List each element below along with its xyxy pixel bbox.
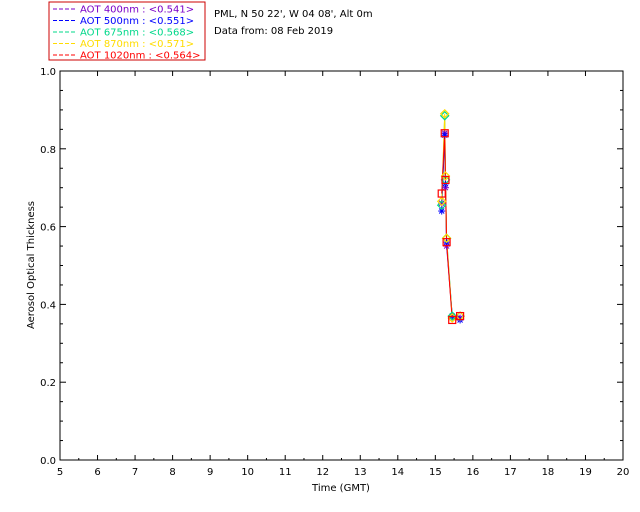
legend-label: AOT 675nm : <0.568> (80, 28, 194, 39)
y-tick-label: 1.0 (40, 67, 56, 78)
x-tick-label: 20 (617, 467, 630, 478)
legend-label: AOT 400nm : <0.541> (80, 5, 194, 16)
y-tick-label: 0.0 (40, 456, 56, 467)
y-tick-label: 0.4 (40, 300, 56, 311)
x-axis-label: Time (GMT) (311, 483, 370, 494)
y-tick-label: 0.8 (40, 145, 56, 156)
legend: AOT 400nm : <0.541>AOT 500nm : <0.551>AO… (48, 1, 206, 62)
x-tick-label: 17 (504, 467, 517, 478)
x-tick-label: 14 (391, 467, 404, 478)
x-tick-label: 12 (316, 467, 329, 478)
x-tick-label: 9 (207, 467, 213, 478)
x-tick-label: 6 (94, 467, 100, 478)
x-tick-label: 7 (132, 467, 138, 478)
x-tick-label: 10 (241, 467, 254, 478)
x-tick-label: 8 (169, 467, 175, 478)
legend-label: AOT 1020nm : <0.564> (80, 51, 200, 62)
site-info: PML, N 50 22', W 04 08', Alt 0m (214, 9, 373, 20)
y-tick-label: 0.6 (40, 223, 56, 234)
x-tick-label: 18 (542, 467, 555, 478)
series-line (441, 133, 461, 319)
date-info: Data from: 08 Feb 2019 (214, 26, 333, 37)
data-point (441, 131, 449, 139)
y-axis-label: Aerosol Optical Thickness (26, 201, 37, 329)
aot-chart: AOT 400nm : <0.541>AOT 500nm : <0.551>AO… (26, 1, 630, 494)
plot-frame (59, 70, 624, 461)
x-tick-label: 5 (57, 467, 63, 478)
x-tick-label: 15 (429, 467, 442, 478)
legend-label: AOT 500nm : <0.551> (80, 16, 194, 27)
x-tick-label: 11 (279, 467, 292, 478)
x-tick-label: 19 (579, 467, 592, 478)
x-tick-label: 16 (466, 467, 479, 478)
legend-label: AOT 870nm : <0.571> (80, 39, 194, 50)
x-tick-label: 13 (354, 467, 367, 478)
y-tick-label: 0.2 (40, 378, 56, 389)
